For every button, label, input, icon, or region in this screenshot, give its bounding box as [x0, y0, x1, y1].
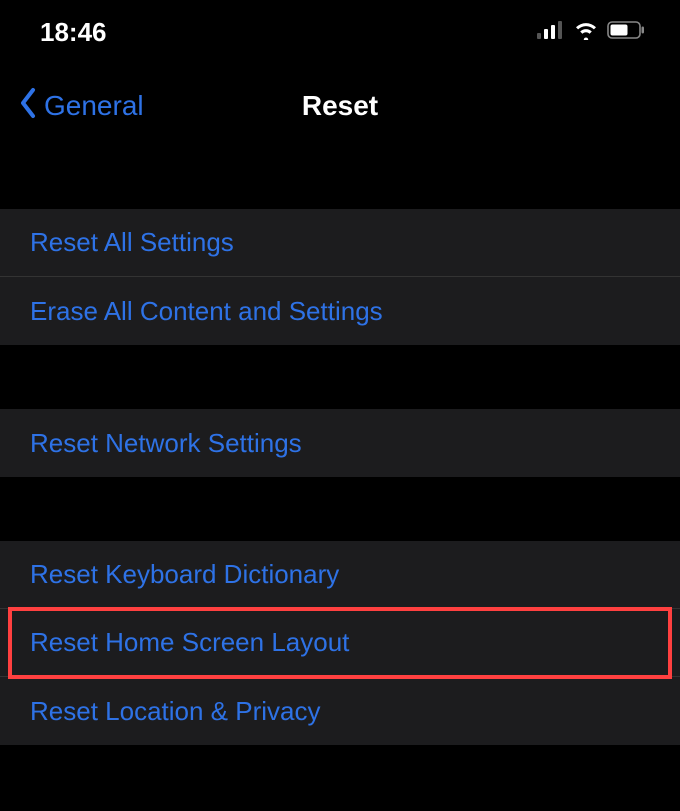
chevron-left-icon	[18, 87, 38, 126]
highlighted-item-wrapper: Reset Home Screen Layout	[0, 609, 680, 677]
battery-icon	[607, 21, 645, 44]
status-bar: 18:46	[0, 0, 680, 65]
back-button[interactable]: General	[18, 87, 144, 126]
list-item-label: Erase All Content and Settings	[30, 296, 383, 327]
list-item-label: Reset Location & Privacy	[30, 696, 320, 727]
erase-all-content-item[interactable]: Erase All Content and Settings	[0, 277, 680, 345]
wifi-icon	[573, 20, 599, 45]
cellular-signal-icon	[537, 21, 565, 44]
page-title: Reset	[302, 90, 378, 122]
navigation-bar: General Reset	[0, 65, 680, 147]
list-item-label: Reset All Settings	[30, 227, 234, 258]
back-button-label: General	[44, 90, 144, 122]
list-group: Reset All Settings Erase All Content and…	[0, 209, 680, 345]
spacer	[0, 745, 680, 805]
status-icons	[537, 20, 645, 45]
list-item-label: Reset Home Screen Layout	[30, 627, 349, 658]
reset-keyboard-dictionary-item[interactable]: Reset Keyboard Dictionary	[0, 541, 680, 609]
reset-all-settings-item[interactable]: Reset All Settings	[0, 209, 680, 277]
reset-home-screen-layout-item[interactable]: Reset Home Screen Layout	[0, 609, 680, 677]
spacer	[0, 345, 680, 409]
reset-location-privacy-item[interactable]: Reset Location & Privacy	[0, 677, 680, 745]
spacer	[0, 477, 680, 541]
list-group: Reset Network Settings	[0, 409, 680, 477]
spacer	[0, 147, 680, 209]
reset-network-settings-item[interactable]: Reset Network Settings	[0, 409, 680, 477]
list-item-label: Reset Keyboard Dictionary	[30, 559, 339, 590]
status-time: 18:46	[40, 17, 107, 48]
list-group: Reset Keyboard Dictionary Reset Home Scr…	[0, 541, 680, 745]
list-item-label: Reset Network Settings	[30, 428, 302, 459]
